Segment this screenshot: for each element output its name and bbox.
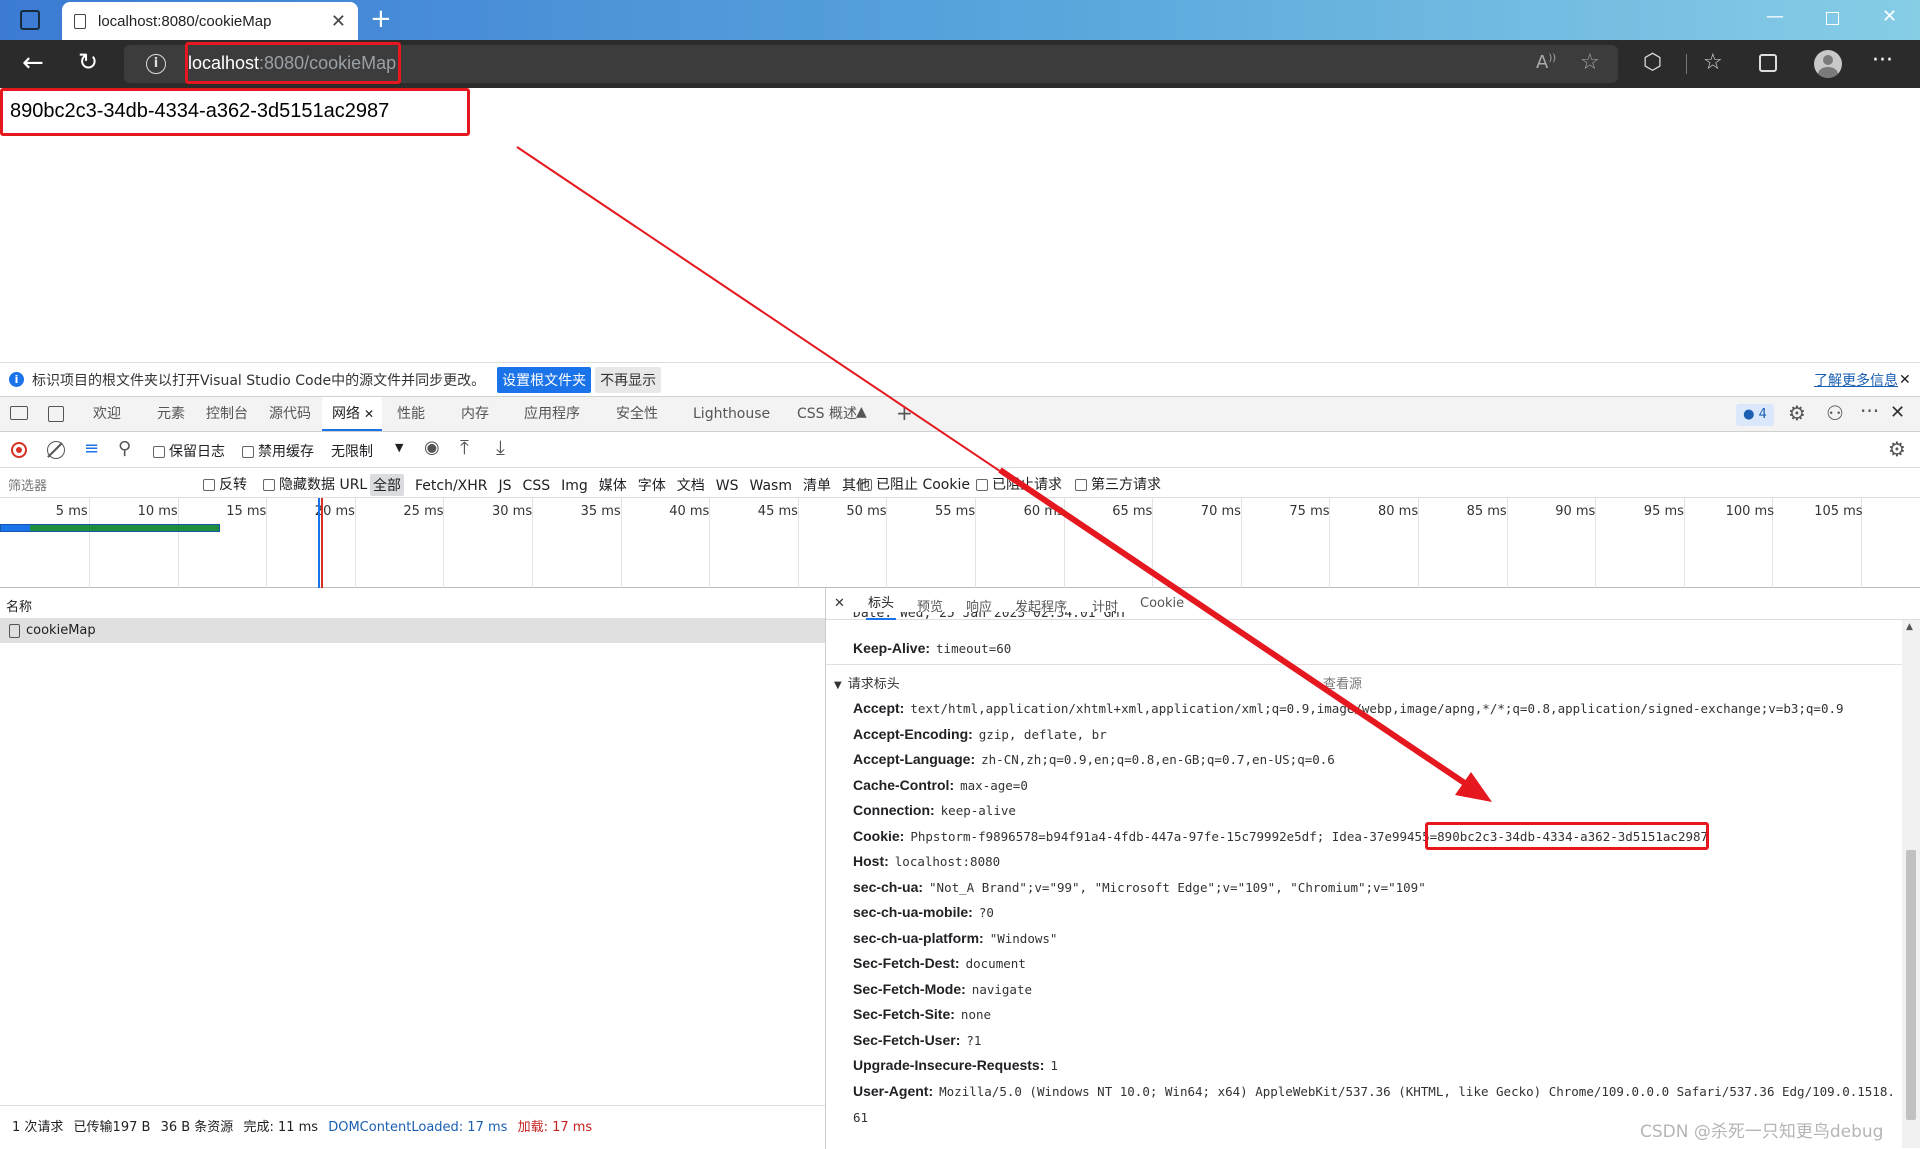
annotation-arrow [516, 146, 1492, 802]
watermark: CSDN @杀死一只知更鸟debug [1640, 1122, 1884, 1142]
